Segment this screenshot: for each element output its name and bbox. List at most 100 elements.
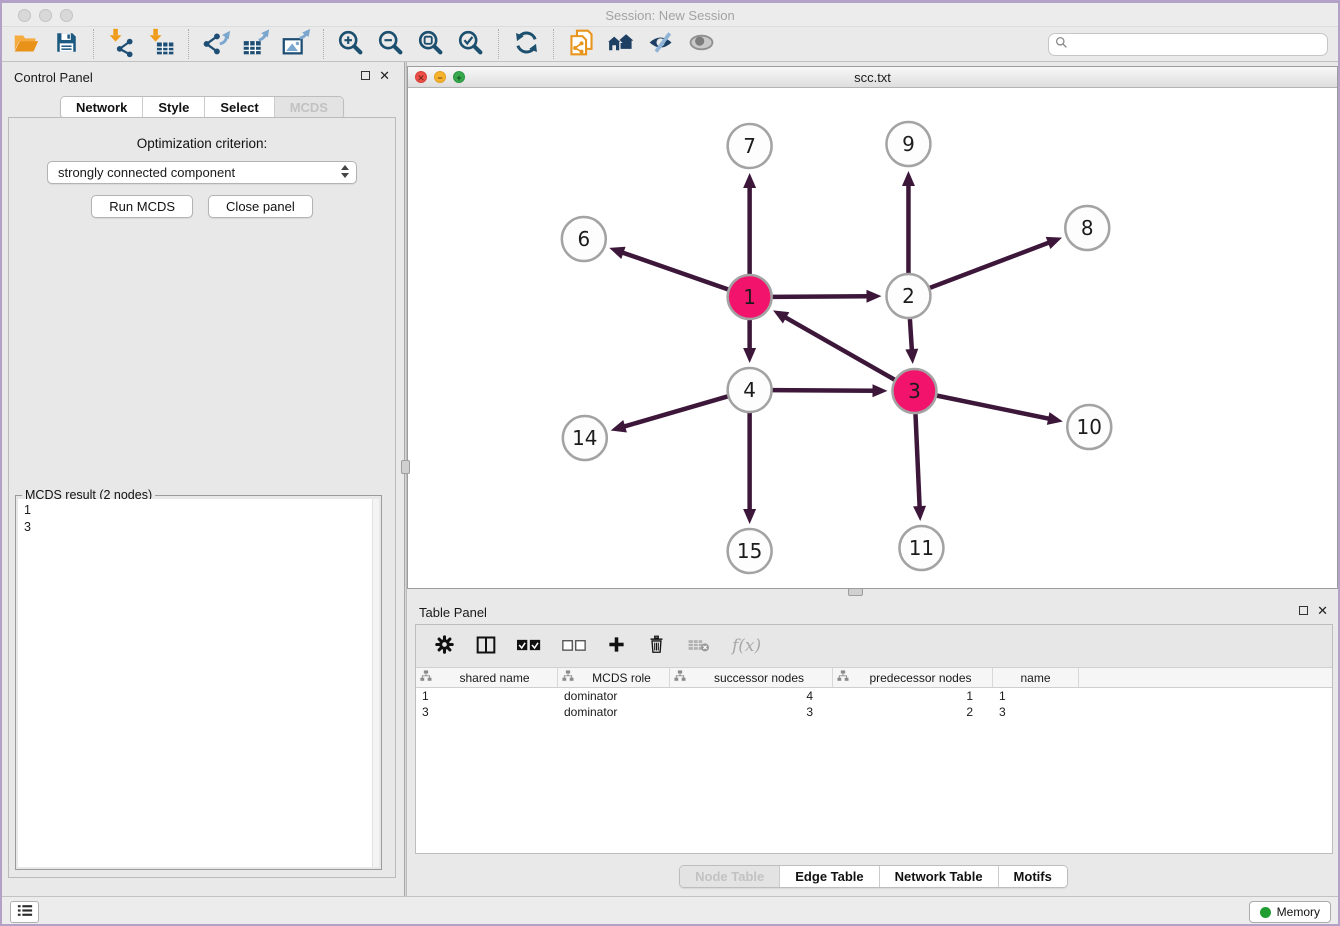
checked-boxes-icon bbox=[517, 639, 541, 654]
graph-edge-4-14[interactable] bbox=[623, 396, 727, 426]
tab-motifs[interactable]: Motifs bbox=[999, 866, 1067, 887]
network-view-title: scc.txt bbox=[408, 70, 1337, 85]
close-panel-icon[interactable]: ✕ bbox=[379, 70, 390, 81]
horizontal-splitter-grip[interactable] bbox=[848, 588, 863, 596]
export-table-button[interactable] bbox=[236, 28, 276, 60]
table-panel-title: Table Panel bbox=[419, 605, 487, 620]
tab-select[interactable]: Select bbox=[205, 97, 274, 118]
cell-mcds-role[interactable]: dominator bbox=[558, 705, 670, 719]
copy-network-button[interactable] bbox=[561, 28, 601, 60]
column-header-mcds-role[interactable]: MCDS role bbox=[558, 668, 670, 687]
list-icon bbox=[17, 904, 33, 920]
graph-edge-2-3[interactable] bbox=[910, 319, 912, 351]
mcds-result-textarea[interactable]: 1 3 bbox=[18, 499, 379, 867]
show-all-button[interactable] bbox=[681, 28, 721, 60]
network-canvas[interactable]: 7968124314101511 bbox=[408, 88, 1337, 588]
search-input[interactable] bbox=[1068, 37, 1327, 53]
graph-edge-arrowhead bbox=[866, 290, 881, 303]
network-window-titlebar[interactable]: ✕ − + scc.txt bbox=[408, 67, 1337, 88]
zoom-out-button[interactable] bbox=[371, 28, 411, 60]
hide-selected-button[interactable] bbox=[641, 28, 681, 60]
columns-icon bbox=[476, 635, 496, 658]
tab-network[interactable]: Network bbox=[61, 97, 143, 118]
criterion-dropdown[interactable]: strongly connected component bbox=[47, 161, 357, 184]
import-table-button[interactable] bbox=[141, 28, 181, 60]
close-table-panel-icon[interactable]: ✕ bbox=[1317, 605, 1328, 616]
tab-edge-table[interactable]: Edge Table bbox=[780, 866, 879, 887]
home-layout-button[interactable] bbox=[601, 28, 641, 60]
column-header-shared-name[interactable]: shared name bbox=[416, 668, 558, 687]
control-panel: Control Panel ✕ Network Style Select MCD… bbox=[0, 62, 404, 896]
zoom-fit-icon bbox=[416, 28, 446, 61]
open-session-button[interactable] bbox=[6, 28, 46, 60]
attribute-tree-icon bbox=[837, 670, 849, 685]
graph-edge-4-3[interactable] bbox=[773, 390, 875, 391]
delete-row-button[interactable] bbox=[647, 631, 666, 661]
table-row[interactable]: 1 dominator 4 1 1 bbox=[416, 688, 1332, 704]
export-image-button[interactable] bbox=[276, 28, 316, 60]
graph-edge-3-10[interactable] bbox=[937, 396, 1050, 419]
graph-edge-arrowhead bbox=[743, 348, 756, 363]
cell-successor-nodes[interactable]: 4 bbox=[670, 689, 833, 703]
graph-node-label: 3 bbox=[908, 379, 921, 403]
memory-button[interactable]: Memory bbox=[1249, 901, 1331, 923]
deselect-all-button[interactable] bbox=[562, 631, 586, 661]
export-network-icon bbox=[200, 27, 232, 62]
mcds-result-text: 1 3 bbox=[18, 499, 379, 539]
cell-mcds-role[interactable]: dominator bbox=[558, 689, 670, 703]
tab-node-table[interactable]: Node Table bbox=[680, 866, 780, 887]
tab-style[interactable]: Style bbox=[143, 97, 205, 118]
tab-mcds[interactable]: MCDS bbox=[275, 97, 343, 118]
toolbar-separator bbox=[323, 29, 324, 59]
graph-node-label: 15 bbox=[737, 539, 762, 563]
zoom-in-button[interactable] bbox=[331, 28, 371, 60]
eye-slash-icon bbox=[646, 27, 677, 61]
table-settings-button[interactable] bbox=[434, 631, 455, 661]
table-row[interactable]: 3 dominator 3 2 3 bbox=[416, 704, 1332, 720]
session-title: Session: New Session bbox=[0, 8, 1340, 23]
cell-successor-nodes[interactable]: 3 bbox=[670, 705, 833, 719]
zoom-selected-button[interactable] bbox=[451, 28, 491, 60]
table-columns-button[interactable] bbox=[476, 631, 496, 661]
export-network-button[interactable] bbox=[196, 28, 236, 60]
cell-predecessor-nodes[interactable]: 1 bbox=[833, 689, 993, 703]
refresh-button[interactable] bbox=[506, 28, 546, 60]
cell-name[interactable]: 1 bbox=[993, 689, 1079, 703]
search-box[interactable] bbox=[1048, 33, 1328, 56]
column-header-name[interactable]: name bbox=[993, 668, 1079, 687]
network-graph[interactable]: 7968124314101511 bbox=[408, 88, 1337, 588]
panel-splitter-grip[interactable] bbox=[401, 460, 410, 474]
control-panel-title: Control Panel bbox=[14, 70, 93, 85]
run-mcds-button[interactable]: Run MCDS bbox=[91, 195, 193, 218]
attribute-tree-icon bbox=[674, 670, 686, 685]
cell-shared-name[interactable]: 3 bbox=[416, 705, 558, 719]
save-session-button[interactable] bbox=[46, 28, 86, 60]
import-network-button[interactable] bbox=[101, 28, 141, 60]
graph-node-label: 4 bbox=[743, 378, 756, 402]
graph-edge-3-1[interactable] bbox=[784, 317, 894, 380]
main-toolbar bbox=[0, 27, 1340, 62]
graph-edge-3-11[interactable] bbox=[915, 414, 919, 508]
import-network-icon bbox=[106, 27, 137, 61]
select-all-button[interactable] bbox=[517, 631, 541, 661]
close-panel-button[interactable]: Close panel bbox=[208, 195, 313, 218]
graph-edge-1-6[interactable] bbox=[622, 252, 728, 289]
cell-name[interactable]: 3 bbox=[993, 705, 1079, 719]
task-history-button[interactable] bbox=[10, 901, 39, 923]
graph-edge-1-2[interactable] bbox=[773, 296, 869, 297]
column-header-predecessor-nodes[interactable]: predecessor nodes bbox=[833, 668, 993, 687]
tab-network-table[interactable]: Network Table bbox=[880, 866, 999, 887]
function-builder-button[interactable]: f(x) bbox=[732, 631, 761, 661]
graph-edge-2-8[interactable] bbox=[930, 242, 1050, 288]
column-header-successor-nodes[interactable]: successor nodes bbox=[670, 668, 833, 687]
float-table-panel-icon[interactable] bbox=[1299, 606, 1308, 615]
delete-table-button[interactable] bbox=[687, 631, 711, 661]
cell-shared-name[interactable]: 1 bbox=[416, 689, 558, 703]
float-panel-icon[interactable] bbox=[361, 71, 370, 80]
zoom-fit-button[interactable] bbox=[411, 28, 451, 60]
result-scrollbar[interactable] bbox=[372, 499, 379, 867]
cell-predecessor-nodes[interactable]: 2 bbox=[833, 705, 993, 719]
graph-edge-arrowhead bbox=[1046, 237, 1062, 249]
toolbar-separator bbox=[188, 29, 189, 59]
add-row-button[interactable] bbox=[607, 631, 626, 661]
